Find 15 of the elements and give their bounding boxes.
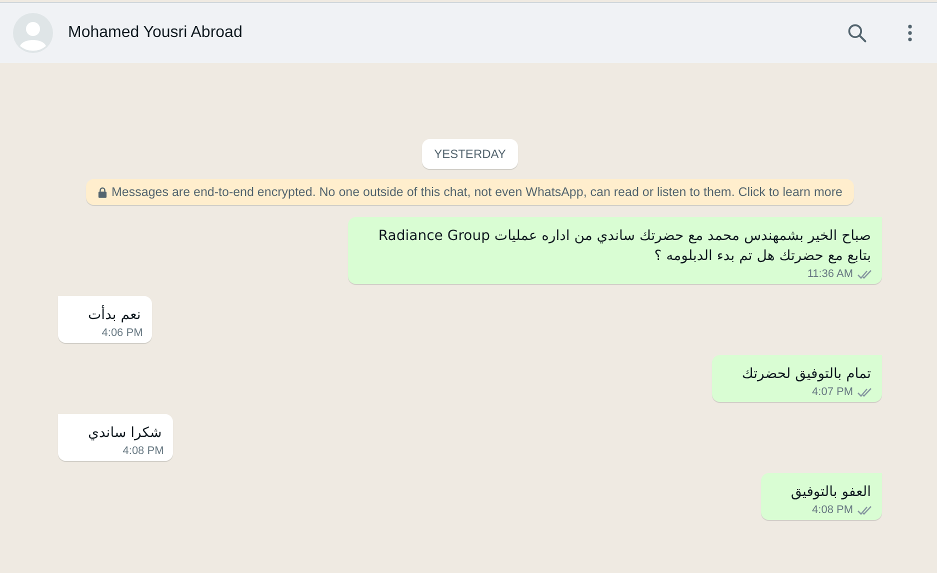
message-time: 4:08 PM: [812, 504, 853, 516]
message-time: 4:06 PM: [102, 327, 143, 339]
message-text: شكرا ساندي: [87, 424, 163, 443]
message-text: العفو بالتوفيق: [790, 483, 872, 502]
message-time: 4:07 PM: [812, 386, 853, 398]
message-time: 4:08 PM: [122, 445, 164, 457]
message-text: تمام بالتوفيق لحضرتك: [740, 365, 872, 384]
date-chip: YESTERDAY: [422, 139, 518, 169]
contact-name[interactable]: Mohamed Yousri Abroad: [68, 24, 242, 42]
encryption-notice[interactable]: Messages are end-to-end encrypted. No one outside of this chat, not even WhatsApp, can read or listen to them. Click to learn more: [86, 179, 854, 205]
message-text: نعم بدأت: [87, 304, 142, 325]
message-time: 11:36 AM: [807, 268, 853, 280]
message-text: صباح الخير بشمهندس محمد مع حضرتك ساندي من اداره عمليات Radiance Group بتابع مع حضرتك هل تم بدء الدبلومه ؟: [377, 227, 872, 266]
notice-text: Messages are end-to-end encrypted. No one outside of this chat, not even WhatsApp, can read or listen to them. Click to learn more: [112, 185, 842, 199]
lock-icon: [98, 186, 107, 198]
